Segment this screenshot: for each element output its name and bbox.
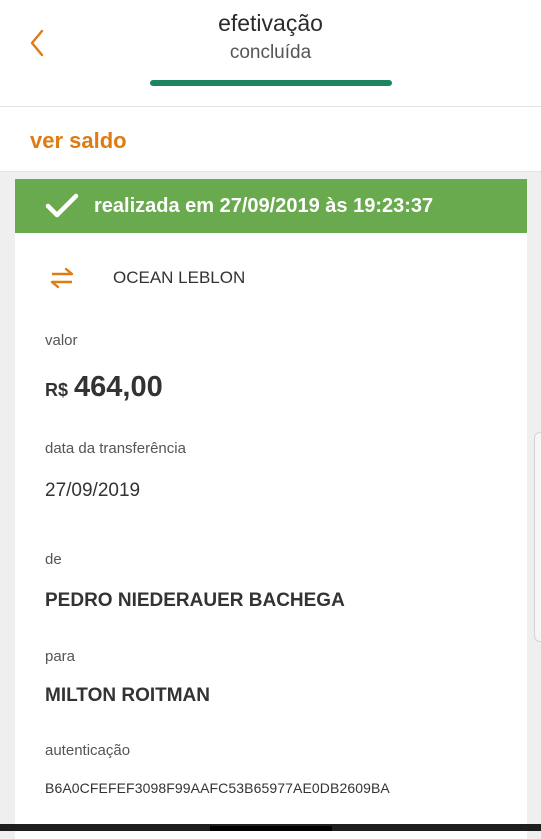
ver-saldo-link[interactable]: ver saldo [30,128,127,154]
amount-value: R$ 464,00 [45,371,163,404]
title-line-2: concluída [229,42,312,63]
auth-label: autenticação [45,742,131,759]
currency-symbol: R$ [45,380,69,400]
merchant-row: OCEAN LEBLON [45,267,245,289]
title-line-1: efetivação [218,10,323,36]
check-icon [45,193,79,218]
from-value: PEDRO NIEDERAUER BACHEGA [45,590,345,611]
to-label: para [45,648,76,665]
from-label: de [45,551,62,568]
status-text: realizada em 27/09/2019 às 19:23:37 [94,194,434,217]
merchant-name: OCEAN LEBLON [113,268,246,287]
transfer-date-value: 27/09/2019 [45,480,141,501]
receipt-card: realizada em 27/09/2019 às 19:23:37 OCEA… [15,179,527,839]
valor-label: valor [45,332,78,349]
saldo-bar: ver saldo [0,107,541,172]
to-value: MILTON ROITMAN [45,685,210,706]
header: efetivação concluída [0,0,541,107]
progress-bar [150,80,392,86]
scrollbar[interactable] [534,432,541,642]
auth-code: B6A0CFEFEF3098F99AAFC53B65977AE0DB2609BA [45,780,390,796]
home-indicator[interactable] [210,826,332,831]
transfer-arrows-icon [50,267,74,289]
page-title: efetivação concluída [0,8,541,68]
amount-number: 464,00 [74,371,163,403]
status-banner: realizada em 27/09/2019 às 19:23:37 [15,179,527,233]
transfer-date-label: data da transferência [45,440,186,457]
